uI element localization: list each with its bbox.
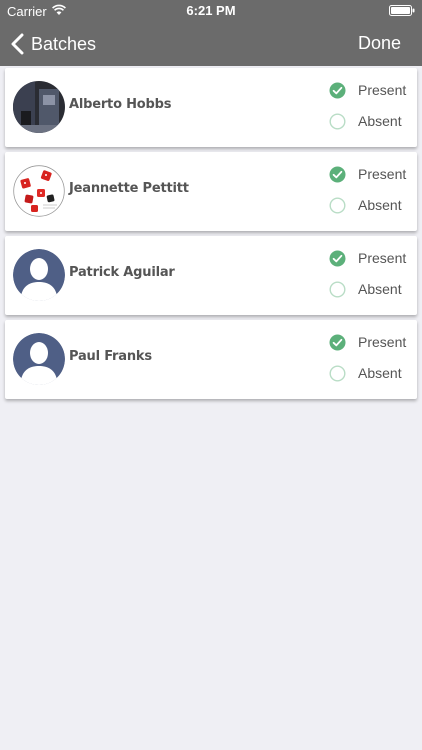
chevron-left-icon [11,33,24,55]
student-name: Paul Franks [69,349,152,364]
check-circle-icon [329,82,346,98]
present-option[interactable]: Present [329,164,406,184]
student-name: Alberto Hobbs [69,97,172,112]
present-option[interactable]: Present [329,80,406,100]
check-circle-icon [329,166,346,182]
present-option[interactable]: Present [329,248,406,268]
student-card: Patrick Aguilar Present Absent [5,236,417,315]
check-circle-icon [329,334,346,350]
status-bar: Carrier 6:21 PM [0,0,422,22]
student-list: Alberto Hobbs Present Absent Jeannette P… [5,68,417,404]
present-label: Present [358,82,407,98]
student-avatar [13,81,65,133]
absent-option[interactable]: Absent [329,195,406,215]
dice-avatar-icon [13,165,65,217]
absent-label: Absent [358,365,402,381]
done-button[interactable]: Done [358,33,401,54]
absent-label: Absent [358,197,402,213]
present-option[interactable]: Present [329,332,406,352]
radio-empty-icon [329,364,346,382]
battery-icon [389,5,415,16]
radio-empty-icon [329,196,346,214]
absent-option[interactable]: Absent [329,279,406,299]
photo-avatar-icon [13,81,65,133]
student-name: Patrick Aguilar [69,265,175,280]
student-avatar [13,333,65,385]
nav-bar: Batches Done [0,22,422,66]
student-card: Jeannette Pettitt Present Absent [5,152,417,231]
default-avatar-icon [13,333,65,385]
student-card: Alberto Hobbs Present Absent [5,68,417,147]
student-avatar [13,249,65,301]
absent-option[interactable]: Absent [329,363,406,383]
radio-empty-icon [329,112,346,130]
radio-empty-icon [329,280,346,298]
back-label: Batches [31,33,97,54]
present-label: Present [358,334,407,350]
app-header: Carrier 6:21 PM Batches Done [0,0,422,66]
student-name: Jeannette Pettitt [69,181,189,196]
present-label: Present [358,250,407,266]
default-avatar-icon [13,249,65,301]
status-time: 6:21 PM [186,3,236,18]
present-label: Present [358,166,407,182]
back-button[interactable]: Batches [10,30,96,58]
student-avatar [13,165,65,217]
student-card: Paul Franks Present Absent [5,320,417,399]
check-circle-icon [329,250,346,266]
absent-label: Absent [358,113,402,129]
absent-label: Absent [358,281,402,297]
absent-option[interactable]: Absent [329,111,406,131]
